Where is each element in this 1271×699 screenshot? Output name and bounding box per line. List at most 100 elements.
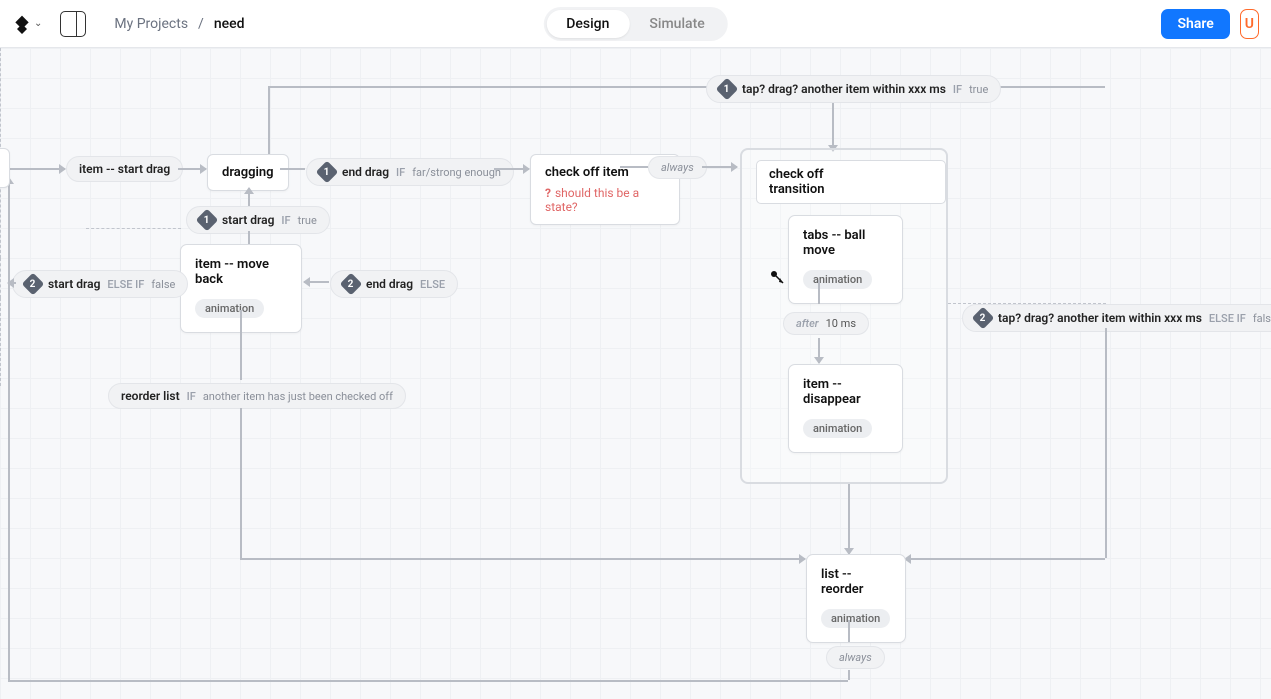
breadcrumb-separator: / xyxy=(198,16,204,32)
header-right-button[interactable]: U xyxy=(1240,9,1259,39)
guard-condition: another item has just been checked off xyxy=(203,390,393,403)
priority-badge-icon: 2 xyxy=(22,273,45,296)
edge xyxy=(178,168,206,170)
guard-condition: true xyxy=(969,83,988,96)
edge xyxy=(818,280,820,304)
state-dragging[interactable]: dragging xyxy=(207,154,289,191)
state-offscreen[interactable] xyxy=(0,148,10,188)
priority-badge-icon: 1 xyxy=(316,161,339,184)
transition-tap-drag-true[interactable]: 1 tap? drag? another item within xxx ms … xyxy=(706,75,1001,103)
action-tag[interactable]: animation xyxy=(195,299,264,318)
edge xyxy=(268,86,270,161)
edge xyxy=(832,95,834,151)
event-label: end drag xyxy=(366,277,413,291)
edge xyxy=(280,168,305,170)
state-label: dragging xyxy=(222,165,274,180)
event-label: start drag xyxy=(48,277,100,291)
edge-dashed xyxy=(0,258,1,298)
sidebar-toggle-icon xyxy=(69,12,77,36)
app-logo-icon[interactable] xyxy=(12,14,32,34)
guard-keyword: IF xyxy=(396,166,405,179)
transition-after-10ms[interactable]: after 10 ms xyxy=(783,312,869,335)
transition-always-1[interactable]: always xyxy=(648,156,707,179)
guard-keyword: ELSE IF xyxy=(1209,312,1246,325)
transition-reorder-list[interactable]: reorder list IF another item has just be… xyxy=(108,383,406,409)
edge xyxy=(8,178,10,680)
event-label: tap? drag? another item within xxx ms xyxy=(742,82,946,96)
edge xyxy=(10,168,65,170)
edge xyxy=(304,281,329,283)
guard-keyword: after xyxy=(796,317,819,330)
edge xyxy=(8,680,848,682)
edge-dashed xyxy=(0,298,1,386)
state-item-disappear[interactable]: item -- disappear animation xyxy=(788,364,903,453)
edge xyxy=(848,670,850,680)
action-tag[interactable]: animation xyxy=(803,270,872,289)
transition-start-drag-false[interactable]: 2 start drag ELSE IF false xyxy=(12,270,188,298)
state-label: check off transition xyxy=(756,160,946,204)
event-label: reorder list xyxy=(121,389,180,403)
transition-tap-drag-false[interactable]: 2 tap? drag? another item within xxx ms … xyxy=(962,304,1271,332)
event-label: always xyxy=(661,161,694,174)
edge xyxy=(240,310,242,380)
state-note: ?should this be a state? xyxy=(545,186,665,214)
share-button[interactable]: Share xyxy=(1161,9,1229,39)
transition-end-drag-else[interactable]: 2 end drag ELSE xyxy=(330,270,458,298)
edge xyxy=(818,338,820,363)
event-label: always xyxy=(839,651,872,664)
action-tag[interactable]: animation xyxy=(821,609,890,628)
edge xyxy=(494,168,529,170)
edge xyxy=(240,558,805,560)
transition-start-drag-true[interactable]: 1 start drag IF true xyxy=(186,206,330,234)
state-label: list -- reorder xyxy=(821,567,891,597)
edge-dashed xyxy=(86,228,181,230)
priority-badge-icon: 1 xyxy=(196,209,219,232)
guard-keyword: IF xyxy=(953,83,962,96)
guard-condition: false xyxy=(151,278,175,291)
guard-keyword: ELSE IF xyxy=(107,278,144,291)
action-tag[interactable]: animation xyxy=(803,419,872,438)
priority-badge-icon: 2 xyxy=(972,307,995,330)
logo-menu-chevron-icon[interactable]: ⌄ xyxy=(34,18,42,29)
app-header: ⌄ My Projects / need Design Simulate Sha… xyxy=(0,0,1271,48)
diagram-canvas[interactable]: item -- start drag dragging 1 end drag I… xyxy=(0,48,1271,699)
state-tabs-ball-move[interactable]: tabs -- ball move animation xyxy=(788,215,903,304)
event-label: tap? drag? another item within xxx ms xyxy=(998,311,1202,325)
edge xyxy=(702,166,737,168)
edge xyxy=(240,408,242,558)
delay-value: 10 ms xyxy=(826,317,856,330)
breadcrumb-current[interactable]: need xyxy=(214,16,245,32)
priority-badge-icon: 2 xyxy=(340,273,363,296)
event-label: start drag xyxy=(222,213,274,227)
priority-badge-icon: 1 xyxy=(716,78,739,101)
event-label: item -- start drag xyxy=(79,162,170,176)
guard-condition: true xyxy=(298,214,317,227)
state-label: item -- move back xyxy=(195,257,287,287)
edge xyxy=(905,558,1105,560)
edge xyxy=(1105,328,1107,558)
transition-always-2[interactable]: always xyxy=(826,646,885,669)
transition-end-drag-far[interactable]: 1 end drag IF far/strong enough xyxy=(306,158,514,186)
state-list-reorder[interactable]: list -- reorder animation xyxy=(806,554,906,643)
breadcrumb: My Projects / need xyxy=(114,16,244,32)
initial-state-icon xyxy=(770,270,786,286)
edge xyxy=(248,188,250,208)
guard-keyword: IF xyxy=(281,214,290,227)
breadcrumb-root[interactable]: My Projects xyxy=(114,16,188,32)
guard-condition: far/strong enough xyxy=(412,166,501,179)
tab-simulate[interactable]: Simulate xyxy=(629,10,724,38)
mode-switch: Design Simulate xyxy=(543,7,727,41)
guard-keyword: IF xyxy=(187,390,196,403)
state-label: tabs -- ball move xyxy=(803,228,888,258)
state-label: item -- disappear xyxy=(803,377,888,407)
question-icon: ? xyxy=(545,186,551,200)
guard-condition: false xyxy=(1253,312,1271,325)
edge xyxy=(620,166,648,168)
edge xyxy=(848,620,850,642)
edge xyxy=(848,484,850,554)
event-label: end drag xyxy=(342,165,389,179)
sidebar-toggle-button[interactable] xyxy=(60,11,86,37)
transition-item-start-drag[interactable]: item -- start drag xyxy=(66,156,183,182)
guard-keyword: ELSE xyxy=(420,278,445,291)
tab-design[interactable]: Design xyxy=(546,10,629,38)
